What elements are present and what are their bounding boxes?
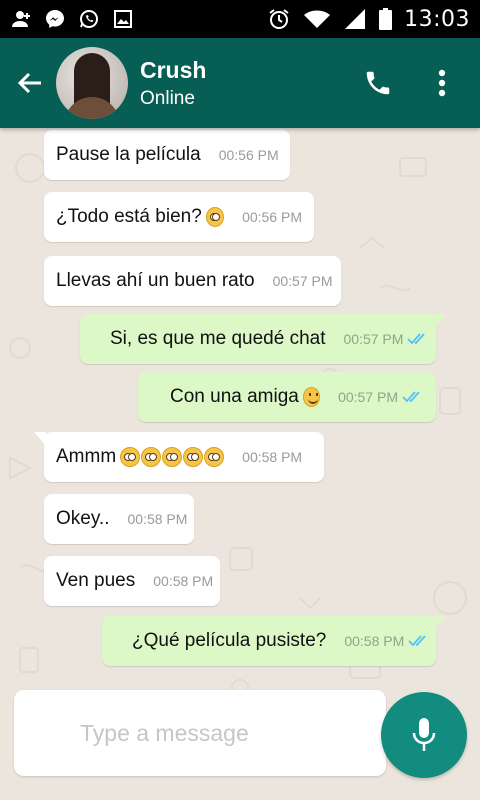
wifi-icon	[302, 8, 332, 30]
message-text: Ammm	[56, 446, 117, 467]
message-text: Con una amiga	[170, 386, 299, 407]
flushed-emoji-icon	[141, 447, 162, 467]
message-time: 00:58 PM	[242, 449, 303, 465]
whatsapp-icon	[78, 8, 100, 30]
flushed-emoji-icon	[204, 447, 225, 467]
message-composer	[14, 690, 386, 776]
message-text: ¿Todo está bien?	[56, 206, 202, 227]
status-bar: 13:03	[0, 0, 480, 38]
message-bubble[interactable]: Con una amiga 00:57 PM	[138, 372, 436, 422]
chat-header: Crush Online	[0, 38, 480, 128]
more-options-button[interactable]	[418, 59, 466, 107]
flushed-emoji-icon	[162, 447, 183, 467]
message-text: Pause la película	[56, 144, 201, 165]
message-bubble[interactable]: Ven pues 00:58 PM	[44, 556, 220, 606]
back-arrow-icon	[17, 72, 41, 94]
alarm-icon	[268, 8, 290, 30]
message-time: 00:57 PM	[343, 331, 404, 347]
flushed-emoji-icon	[205, 207, 225, 227]
message-bubble[interactable]: Llevas ahí un buen rato 00:57 PM	[44, 256, 341, 306]
more-vert-icon	[438, 69, 446, 97]
back-button[interactable]	[4, 38, 56, 128]
read-ticks-icon	[407, 333, 429, 345]
message-time: 00:58 PM	[344, 633, 405, 649]
message-time: 00:56 PM	[242, 209, 302, 225]
flushed-emoji-icon	[120, 447, 141, 467]
mic-icon	[412, 718, 436, 751]
phone-icon	[366, 71, 390, 95]
image-icon	[112, 8, 134, 30]
message-time: 00:57 PM	[338, 389, 398, 405]
contact-name: Crush	[140, 56, 207, 83]
message-bubble[interactable]: Ammm 00:58 PM	[34, 432, 324, 482]
battery-icon	[378, 8, 392, 30]
message-text: Si, es que me quedé chat	[110, 328, 326, 349]
message-bubble[interactable]: Pause la película 00:56 PM	[44, 130, 290, 180]
message-time: 00:56 PM	[218, 147, 279, 163]
read-ticks-icon	[402, 391, 424, 403]
call-button[interactable]	[354, 59, 402, 107]
message-text: Llevas ahí un buen rato	[56, 270, 255, 291]
message-bubble[interactable]: ¿Qué película pusiste? 00:58 PM	[102, 616, 446, 666]
message-text: Okey..	[56, 508, 110, 529]
signal-icon	[344, 8, 366, 30]
status-time: 13:03	[404, 6, 470, 32]
message-time: 00:58 PM	[153, 573, 214, 589]
message-text: Ven pues	[56, 570, 136, 591]
contact-status: Online	[140, 87, 195, 109]
message-time: 00:58 PM	[127, 511, 188, 527]
add-user-icon	[10, 8, 32, 30]
read-ticks-icon	[408, 635, 430, 647]
flushed-emoji-icon	[183, 447, 204, 467]
mic-button[interactable]	[381, 692, 467, 778]
message-bubble[interactable]: Okey.. 00:58 PM	[44, 494, 194, 544]
message-input[interactable]	[80, 719, 360, 747]
smile-emoji-icon	[302, 387, 321, 407]
message-bubble[interactable]: ¿Todo está bien? 00:56 PM	[44, 192, 314, 242]
message-time: 00:57 PM	[272, 273, 333, 289]
contact-info[interactable]: Crush Online	[140, 57, 354, 110]
message-bubble[interactable]: Si, es que me quedé chat 00:57 PM	[80, 314, 446, 364]
message-text: ¿Qué película pusiste?	[132, 630, 327, 651]
avatar[interactable]	[56, 47, 128, 119]
messenger-icon	[44, 8, 66, 30]
